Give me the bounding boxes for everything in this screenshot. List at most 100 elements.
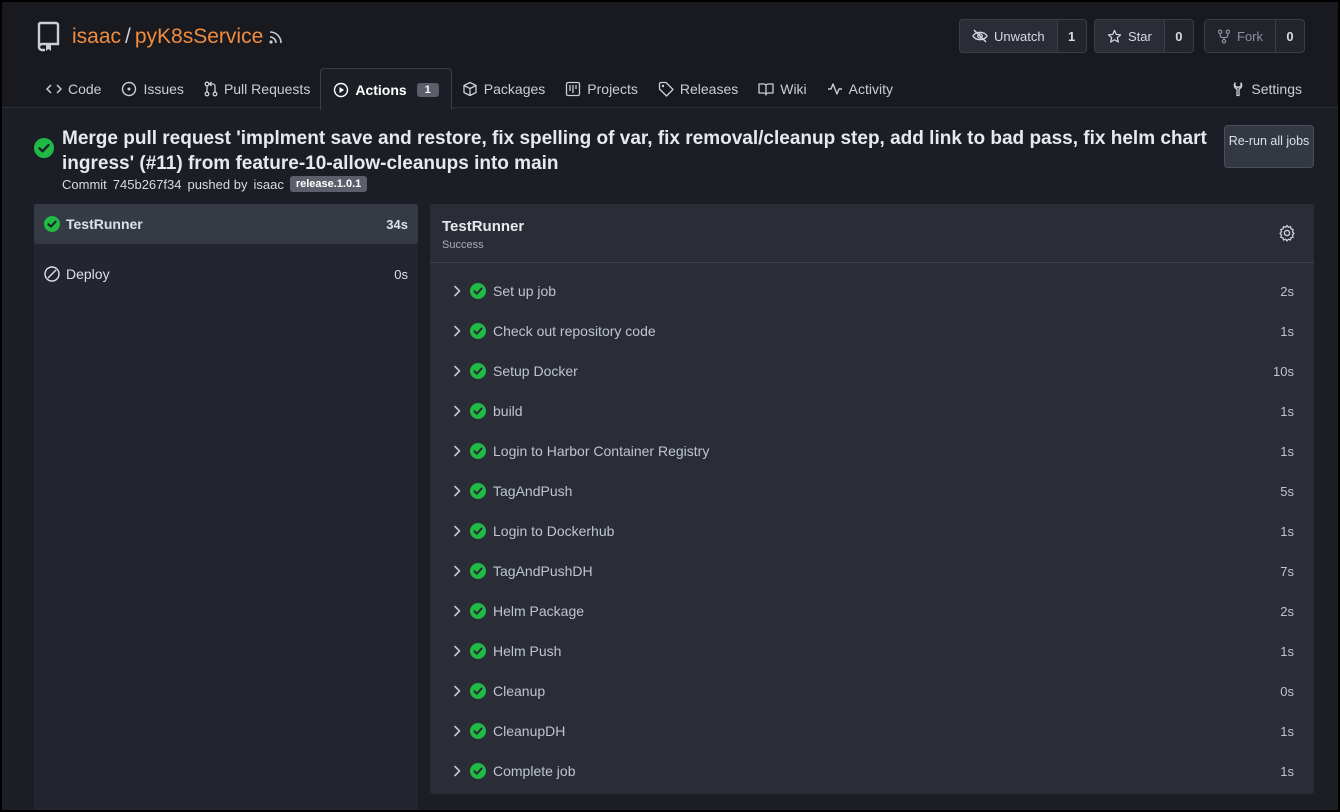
step-name: Complete job [493,763,576,779]
success-check-icon [470,363,486,379]
unwatch-button[interactable]: Unwatch [960,20,1058,52]
tab-pull-requests-label: Pull Requests [223,81,311,97]
step-name: CleanupDH [493,723,566,739]
chevron-right-icon[interactable] [452,485,462,497]
chevron-right-icon[interactable] [452,725,462,737]
commit-sha-link[interactable]: 745b267f34 [113,177,182,192]
chevron-right-icon[interactable] [452,525,462,537]
step-row[interactable]: TagAndPushDH 7s [430,551,1314,591]
step-duration: 1s [1280,403,1294,419]
star-count[interactable]: 0 [1164,20,1193,52]
step-duration: 7s [1280,563,1294,579]
success-check-icon [470,403,486,419]
success-check-icon [470,683,486,699]
step-row[interactable]: Helm Package 2s [430,591,1314,631]
fork-icon [1217,29,1231,43]
tab-settings[interactable]: Settings [1231,68,1302,110]
tab-issues[interactable]: Issues [111,68,193,110]
tab-issues-label: Issues [143,81,184,97]
step-row[interactable]: CleanupDH 1s [430,711,1314,751]
job-name: Deploy [66,266,110,282]
step-row[interactable]: Setup Docker 10s [430,351,1314,391]
book-icon [758,83,774,96]
app-frame: isaac / pyK8sService Unwatch 1 Star 0 Fo… [2,2,1338,810]
fork-label: Fork [1237,28,1263,44]
success-check-icon [470,483,486,499]
step-duration: 1s [1280,723,1294,739]
watch-count[interactable]: 1 [1057,20,1086,52]
gear-icon[interactable] [1278,224,1296,242]
package-icon [463,81,477,97]
step-row[interactable]: build 1s [430,391,1314,431]
step-duration: 1s [1280,443,1294,459]
step-row[interactable]: Set up job 2s [430,271,1314,311]
chevron-right-icon[interactable] [452,605,462,617]
pusher-link[interactable]: isaac [253,177,283,192]
repo-header: isaac / pyK8sService Unwatch 1 Star 0 Fo… [2,2,1338,110]
tab-releases[interactable]: Releases [648,68,748,110]
success-check-icon [470,603,486,619]
tab-packages[interactable]: Packages [452,68,555,110]
chevron-right-icon[interactable] [452,365,462,377]
step-name: build [493,403,523,419]
step-duration: 0s [1280,683,1294,699]
step-row[interactable]: TagAndPush 5s [430,471,1314,511]
fork-count[interactable]: 0 [1276,20,1304,52]
skipped-icon [44,266,60,282]
step-duration: 1s [1280,763,1294,779]
commit-prefix: Commit [62,176,107,192]
step-row[interactable]: Complete job 1s [430,751,1314,791]
repo-owner-link[interactable]: isaac [72,25,121,48]
chevron-right-icon[interactable] [452,405,462,417]
tab-releases-label: Releases [679,81,739,97]
step-duration: 10s [1273,363,1294,379]
chevron-right-icon[interactable] [452,765,462,777]
step-row[interactable]: Helm Push 1s [430,631,1314,671]
success-check-icon [470,643,486,659]
success-check-icon [34,138,54,158]
tab-pull-requests[interactable]: Pull Requests [194,68,320,110]
fork-button[interactable]: Fork [1205,20,1276,52]
step-name: Set up job [493,283,557,299]
tab-activity[interactable]: Activity [817,68,903,110]
step-row[interactable]: Cleanup 0s [430,671,1314,711]
chevron-right-icon[interactable] [452,565,462,577]
rerun-all-jobs-button[interactable]: Re-run all jobs [1224,125,1314,168]
eye-slash-icon [972,29,988,43]
step-name: Check out repository code [493,323,656,339]
chevron-right-icon[interactable] [452,445,462,457]
chevron-right-icon[interactable] [452,685,462,697]
chevron-right-icon[interactable] [452,325,462,337]
job-item-deploy[interactable]: Deploy 0s [34,254,418,294]
chevron-right-icon[interactable] [452,645,462,657]
job-item-testrunner[interactable]: TestRunner 34s [34,204,418,244]
tab-code[interactable]: Code [36,68,111,110]
play-icon [334,82,349,97]
pulse-icon [827,83,842,95]
wrench-icon [1234,82,1243,97]
job-status-text: Success [442,239,484,251]
rss-icon[interactable] [268,29,284,45]
run-meta: Commit 745b267f34 pushed by isaac releas… [62,176,368,192]
step-row[interactable]: Check out repository code 1s [430,311,1314,351]
tab-activity-label: Activity [848,81,894,97]
chevron-right-icon[interactable] [452,285,462,297]
success-check-icon [470,563,486,579]
star-icon [1107,29,1122,43]
step-name: Helm Package [493,603,585,619]
tab-code-label: Code [68,81,102,97]
step-name: Login to Harbor Container Registry [493,443,710,459]
step-row[interactable]: Login to Dockerhub 1s [430,511,1314,551]
success-check-icon [470,523,486,539]
run-title: Merge pull request 'implment save and re… [62,128,1207,174]
tab-projects[interactable]: Projects [555,68,648,110]
repo-name-link[interactable]: pyK8sService [135,25,263,48]
tab-wiki[interactable]: Wiki [748,68,816,110]
tab-packages-label: Packages [483,81,546,97]
branch-label[interactable]: release.1.0.1 [289,176,368,192]
star-button-group: Star 0 [1094,19,1194,53]
tab-actions[interactable]: Actions 1 [320,68,452,110]
unwatch-label: Unwatch [994,28,1045,44]
star-button[interactable]: Star [1095,20,1165,52]
step-row[interactable]: Login to Harbor Container Registry 1s [430,431,1314,471]
